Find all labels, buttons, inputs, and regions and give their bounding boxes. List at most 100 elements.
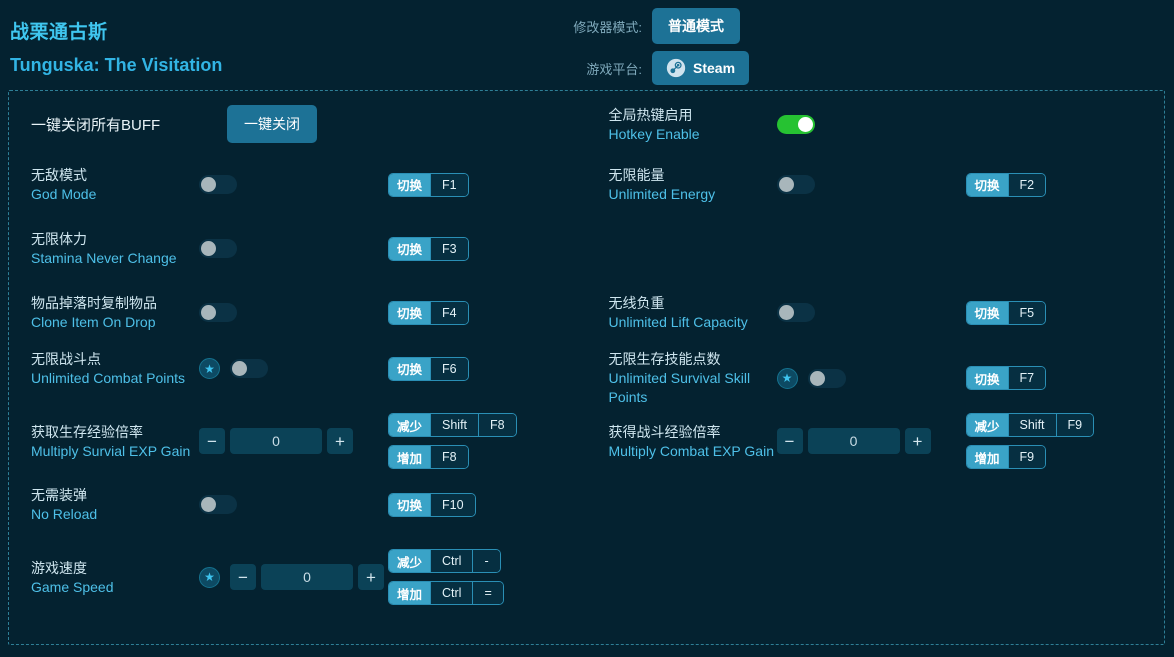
increase-button[interactable]: +: [358, 564, 384, 590]
hotkey-group: 切换F2: [962, 173, 1165, 197]
hotkey-enable-toggle[interactable]: [777, 115, 815, 134]
hotkey-group: 切换F6: [384, 357, 587, 381]
cheat-label-zh: 物品掉落时复制物品: [31, 293, 199, 313]
cheat-label-zh: 无限战斗点: [31, 349, 199, 369]
cheat-labels: 游戏速度Game Speed: [9, 558, 199, 597]
header: 战栗通古斯 Tunguska: The Visitation 修改器模式: 普通…: [0, 0, 1174, 88]
hotkey-badge[interactable]: 增加F9: [966, 445, 1047, 469]
hotkey-enable-row: 全局热键启用 Hotkey Enable: [587, 91, 1165, 157]
cheat-label-en: Unlimited Combat Points: [31, 369, 199, 388]
hotkey-badge[interactable]: 切换F7: [966, 366, 1047, 390]
cheat-toggle[interactable]: [777, 175, 815, 194]
hotkey-badge[interactable]: 增加F8: [388, 445, 469, 469]
cheat-toggle[interactable]: [777, 303, 815, 322]
cheat-label-en: Multiply Survial EXP Gain: [31, 442, 199, 461]
hotkey-badge[interactable]: 切换F5: [966, 301, 1047, 325]
game-platform-label: 游戏平台:: [560, 59, 652, 78]
hotkey-badge[interactable]: 切换F3: [388, 237, 469, 261]
increase-button[interactable]: +: [327, 428, 353, 454]
cheat-labels: 无限战斗点Unlimited Combat Points: [9, 349, 199, 388]
cheat-labels: 无线负重Unlimited Lift Capacity: [587, 293, 777, 332]
hotkey-action-label: 减少: [389, 414, 430, 436]
decrease-button[interactable]: −: [777, 428, 803, 454]
value-stepper: −+: [777, 428, 931, 454]
all-off-button[interactable]: 一键关闭: [227, 105, 317, 143]
hotkey-action-label: 减少: [389, 550, 430, 572]
hotkey-action-label: 切换: [967, 367, 1008, 389]
hotkey-badge[interactable]: 切换F1: [388, 173, 469, 197]
cheat-control: [199, 303, 384, 322]
increase-button[interactable]: +: [905, 428, 931, 454]
trainer-mode-button[interactable]: 普通模式: [652, 8, 740, 44]
cheat-label-zh: 无限体力: [31, 229, 199, 249]
cheat-toggle[interactable]: [199, 175, 237, 194]
hotkey-badge[interactable]: 减少Ctrl-: [388, 549, 501, 573]
cheat-label-en: God Mode: [31, 185, 199, 204]
game-title-en: Tunguska: The Visitation: [10, 55, 222, 76]
cheat-toggle[interactable]: [230, 359, 268, 378]
cheat-label-en: Unlimited Survival Skill Points: [609, 369, 777, 407]
all-off-label: 一键关闭所有BUFF: [9, 114, 227, 135]
hotkey-badge[interactable]: 切换F4: [388, 301, 469, 325]
hotkey-key: F9: [1008, 446, 1046, 468]
cheat-toggle[interactable]: [199, 303, 237, 322]
value-input[interactable]: [261, 564, 353, 590]
cheat-toggle[interactable]: [199, 495, 237, 514]
hotkey-enable-zh: 全局热键启用: [609, 105, 777, 125]
hotkey-action-label: 切换: [389, 174, 430, 196]
cheat-label-zh: 无限能量: [609, 165, 777, 185]
cheat-label-zh: 获取生存经验倍率: [31, 422, 199, 442]
hotkey-key: F8: [430, 446, 468, 468]
decrease-button[interactable]: −: [199, 428, 225, 454]
cheat-labels: 获取生存经验倍率Multiply Survial EXP Gain: [9, 422, 199, 461]
cheat-row: 无限能量Unlimited Energy 切换F2: [587, 165, 1165, 204]
hotkey-badge[interactable]: 减少ShiftF8: [388, 413, 517, 437]
hotkey-key: F6: [430, 358, 468, 380]
hotkey-action-label: 切换: [389, 238, 430, 260]
cheat-label-en: Stamina Never Change: [31, 249, 199, 268]
toggle-knob: [201, 241, 216, 256]
cheat-label-en: Game Speed: [31, 578, 199, 597]
cheat-toggle[interactable]: [199, 239, 237, 258]
cheat-labels: 无限能量Unlimited Energy: [587, 165, 777, 204]
toggle-knob: [201, 305, 216, 320]
hotkey-action-label: 切换: [967, 174, 1008, 196]
cheat-row: 无限体力Stamina Never Change 切换F3: [9, 229, 587, 268]
hotkey-key: Ctrl: [430, 550, 472, 572]
hotkey-key: F9: [1056, 414, 1094, 436]
game-platform-row: 游戏平台: Steam: [560, 50, 860, 86]
value-stepper: −+: [199, 428, 353, 454]
cheat-toggle[interactable]: [808, 369, 846, 388]
hotkey-key: F4: [430, 302, 468, 324]
hotkey-badge[interactable]: 切换F6: [388, 357, 469, 381]
cheat-panel: 一键关闭所有BUFF 一键关闭 无敌模式God Mode 切换F1 无限体力Stam…: [8, 90, 1165, 645]
game-title-zh: 战栗通古斯: [10, 17, 108, 44]
hotkey-badge[interactable]: 增加Ctrl=: [388, 581, 504, 605]
hotkey-enable-en: Hotkey Enable: [609, 125, 777, 144]
hotkey-action-label: 切换: [967, 302, 1008, 324]
decrease-button[interactable]: −: [230, 564, 256, 590]
cheat-control: ★− +: [199, 564, 384, 590]
toggle-knob: [201, 497, 216, 512]
game-platform-button[interactable]: Steam: [652, 51, 749, 85]
hotkey-key: Shift: [1008, 414, 1056, 436]
star-icon[interactable]: ★: [199, 567, 220, 588]
cheat-label-zh: 无限生存技能点数: [609, 349, 777, 369]
header-controls: 修改器模式: 普通模式 游戏平台: Steam: [560, 8, 860, 92]
hotkey-badge[interactable]: 切换F2: [966, 173, 1047, 197]
value-input[interactable]: [808, 428, 900, 454]
hotkey-group: 切换F7: [962, 366, 1165, 390]
hotkey-group: 切换F3: [384, 237, 587, 261]
star-icon[interactable]: ★: [777, 368, 798, 389]
value-input[interactable]: [230, 428, 322, 454]
hotkey-key: F8: [478, 414, 516, 436]
hotkey-group: 切换F1: [384, 173, 587, 197]
hotkey-group: 减少ShiftF9 增加F9: [962, 413, 1165, 469]
cheat-row: 获得战斗经验倍率Multiply Combat EXP Gain−+减少Shif…: [587, 413, 1165, 469]
hotkey-action-label: 增加: [389, 582, 430, 604]
cheat-row: 获取生存经验倍率Multiply Survial EXP Gain−+减少Shi…: [9, 413, 587, 469]
hotkey-badge[interactable]: 切换F10: [388, 493, 476, 517]
cheat-labels: 无敌模式God Mode: [9, 165, 199, 204]
hotkey-badge[interactable]: 减少ShiftF9: [966, 413, 1095, 437]
star-icon[interactable]: ★: [199, 358, 220, 379]
